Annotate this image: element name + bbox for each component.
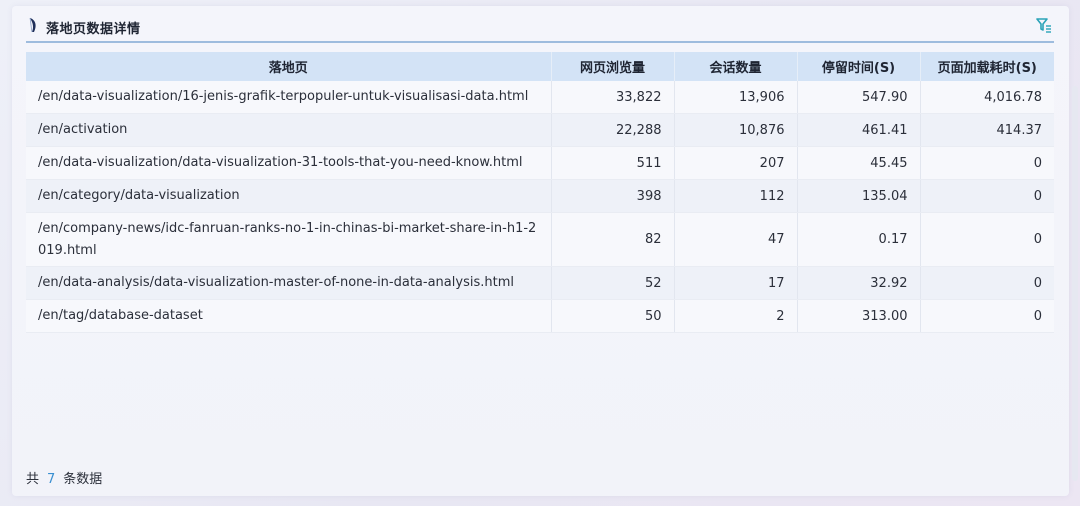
column-header-landing-page[interactable]: 落地页	[26, 52, 552, 81]
cell-landing-page: /en/data-visualization/data-visualizatio…	[26, 146, 552, 180]
cell-sessions: 112	[674, 179, 798, 213]
cell-dwell-time: 0.17	[797, 212, 921, 267]
cell-load-time: 0	[920, 146, 1054, 180]
cell-page-views: 511	[551, 146, 675, 180]
table-row[interactable]: /en/category/data-visualization 398 112 …	[26, 179, 1054, 213]
cell-page-views: 52	[551, 266, 675, 300]
cell-landing-page: /en/data-analysis/data-visualization-mas…	[26, 266, 552, 300]
landing-page-table: 落地页 网页浏览量 会话数量 停留时间(S) 页面加载耗时(S) /en/dat…	[26, 52, 1054, 333]
cell-dwell-time: 135.04	[797, 179, 921, 213]
cell-landing-page: /en/data-visualization/16-jenis-grafik-t…	[26, 81, 552, 114]
summary-prefix: 共	[26, 472, 40, 487]
table-row[interactable]: /en/tag/database-dataset 50 2 313.00 0	[26, 299, 1054, 333]
cell-sessions: 13,906	[674, 81, 798, 114]
cell-dwell-time: 313.00	[797, 299, 921, 333]
cell-sessions: 47	[674, 212, 798, 267]
cell-dwell-time: 461.41	[797, 113, 921, 147]
feather-icon	[29, 17, 36, 33]
cell-dwell-time: 32.92	[797, 266, 921, 300]
table-row[interactable]: /en/data-visualization/data-visualizatio…	[26, 146, 1054, 180]
table-row[interactable]: /en/data-analysis/data-visualization-mas…	[26, 266, 1054, 300]
column-header-page-views[interactable]: 网页浏览量	[551, 52, 675, 81]
filter-icon[interactable]	[1036, 17, 1052, 33]
cell-load-time: 0	[920, 266, 1054, 300]
column-header-dwell-time[interactable]: 停留时间(S)	[797, 52, 921, 81]
column-header-load-time[interactable]: 页面加载耗时(S)	[920, 52, 1054, 81]
cell-landing-page: /en/activation	[26, 113, 552, 147]
cell-load-time: 0	[920, 179, 1054, 213]
cell-landing-page: /en/category/data-visualization	[26, 179, 552, 213]
cell-load-time: 4,016.78	[920, 81, 1054, 114]
scrollbar[interactable]	[1072, 86, 1078, 481]
cell-sessions: 207	[674, 146, 798, 180]
cell-page-views: 82	[551, 212, 675, 267]
cell-dwell-time: 45.45	[797, 146, 921, 180]
table-row[interactable]: /en/activation 22,288 10,876 461.41 414.…	[26, 113, 1054, 147]
cell-dwell-time: 547.90	[797, 81, 921, 114]
summary-count: 7	[47, 472, 56, 487]
cell-landing-page: /en/company-news/idc-fanruan-ranks-no-1-…	[26, 212, 552, 267]
table-row[interactable]: /en/company-news/idc-fanruan-ranks-no-1-…	[26, 212, 1054, 267]
landing-page-panel: 落地页数据详情 落地页 网页浏览量 会话数量 停留时间(S) 页面加载耗时(S)	[12, 6, 1069, 496]
column-header-sessions[interactable]: 会话数量	[674, 52, 798, 81]
row-count-summary: 共 7 条数据	[26, 468, 102, 487]
summary-suffix: 条数据	[63, 472, 103, 487]
cell-sessions: 10,876	[674, 113, 798, 147]
cell-load-time: 414.37	[920, 113, 1054, 147]
cell-page-views: 50	[551, 299, 675, 333]
panel-title: 落地页数据详情	[46, 22, 141, 37]
cell-load-time: 0	[920, 212, 1054, 267]
cell-page-views: 33,822	[551, 81, 675, 114]
table-row[interactable]: /en/data-visualization/16-jenis-grafik-t…	[26, 81, 1054, 114]
cell-sessions: 2	[674, 299, 798, 333]
cell-load-time: 0	[920, 299, 1054, 333]
cell-page-views: 22,288	[551, 113, 675, 147]
cell-sessions: 17	[674, 266, 798, 300]
table-header-row: 落地页 网页浏览量 会话数量 停留时间(S) 页面加载耗时(S)	[26, 52, 1054, 81]
panel-header: 落地页数据详情	[26, 11, 1054, 43]
cell-page-views: 398	[551, 179, 675, 213]
cell-landing-page: /en/tag/database-dataset	[26, 299, 552, 333]
